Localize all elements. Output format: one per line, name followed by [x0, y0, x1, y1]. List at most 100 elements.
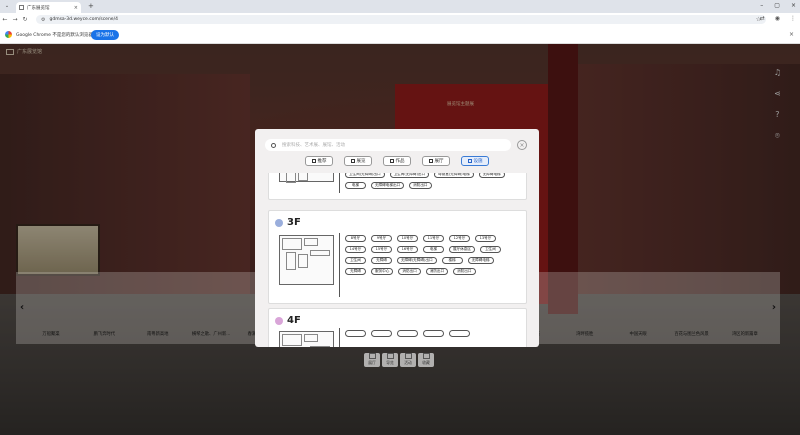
tab-label: 作品	[395, 159, 405, 164]
facility-chip[interactable]: 13号厅	[475, 235, 496, 242]
tab-3[interactable]: 展厅	[422, 156, 450, 166]
facility-chip[interactable]: 无障碍	[345, 268, 366, 275]
browser-tab[interactable]: 广东展览馆 ×	[16, 2, 81, 13]
facility-chip[interactable]	[397, 330, 418, 337]
back-icon[interactable]: ←	[0, 16, 10, 23]
facility-chip[interactable]: 卫生间(无障碍)出口	[389, 173, 430, 178]
facility-chip[interactable]: 11号厅	[423, 235, 444, 242]
floor-plan-map[interactable]	[279, 235, 334, 285]
floor-plan-room	[286, 252, 296, 270]
facility-chip[interactable]: 无障碍(无障碍)出口	[397, 257, 437, 264]
search-input[interactable]: 搜索科技、艺术展、展馆、活动	[265, 139, 511, 151]
tab-label: 展览	[356, 159, 366, 164]
tab-icon	[311, 159, 316, 163]
floor-color-dot	[275, 218, 283, 227]
facility-chip[interactable]: 16号厅	[397, 246, 418, 253]
facility-chip[interactable]	[371, 330, 392, 337]
default-browser-infobar: Google Chrome 不是您的默认浏览器 设为默认 ×	[0, 26, 800, 44]
facility-chip[interactable]: 无障碍	[371, 257, 392, 264]
facility-chip[interactable]: 母婴室(无障碍)电梯	[434, 173, 474, 178]
facility-chip[interactable]: 消防出口	[409, 182, 432, 189]
facility-chip[interactable]: 展厅休息区	[449, 246, 475, 253]
floor-card-2f: 卫生间(无障碍)出口 卫生间(无障碍)出口 母婴室(无障碍)电梯 无障碍电梯 电梯 无障碍…	[268, 173, 527, 200]
new-tab-icon[interactable]: +	[88, 2, 94, 10]
tab-0[interactable]: 推荐	[305, 156, 333, 166]
modal-close-icon[interactable]: ×	[517, 140, 527, 150]
carousel-prev-icon[interactable]: ‹	[20, 302, 24, 313]
window-controls: – ▢ ×	[760, 2, 796, 9]
modal-tabs: 推荐 展览 作品 展厅 设施	[305, 156, 489, 166]
floor-card-3f: 3F 8号厅 9号厅 10号厅 11号厅 12号厅 13号厅 14号厅 15号厅 16号厅 电梯 展厅…	[268, 210, 527, 304]
facility-chip[interactable]	[449, 330, 470, 337]
toolbar-button-2[interactable]: 活动	[400, 353, 416, 367]
search-placeholder: 搜索科技、艺术展、展馆、活动	[282, 143, 345, 148]
tab-search-icon[interactable]: ⌄	[3, 3, 11, 10]
facility-chip[interactable]: 消防出口	[453, 268, 476, 275]
minimize-icon[interactable]: –	[760, 2, 763, 9]
carousel-next-icon[interactable]: ›	[772, 302, 776, 313]
maximize-icon[interactable]: ▢	[774, 2, 780, 9]
toolbar-button-0[interactable]: 展厅	[364, 353, 380, 367]
carousel-item[interactable]: 百花与图兰色风景	[671, 331, 713, 337]
facility-chip[interactable]: 卫生间	[479, 246, 501, 253]
carousel-item[interactable]: 南粤新高地	[137, 331, 179, 337]
facility-chip[interactable]: 15号厅	[371, 246, 392, 253]
facility-chip[interactable]: 无障碍电梯出口	[371, 182, 405, 189]
floor-plan-room	[304, 334, 318, 342]
address-bar[interactable]: ⚙ gdmsa-3d.weyce.com/scene/4 ☆	[36, 15, 766, 24]
tab-label: 展厅	[434, 159, 444, 164]
bottom-toolbar: 展厅 导览 活动 收藏	[364, 353, 434, 367]
infobar-close-icon[interactable]: ×	[789, 31, 794, 38]
tab-2[interactable]: 作品	[383, 156, 411, 166]
carousel-item[interactable]: 中国天眼	[617, 331, 659, 337]
site-info-icon[interactable]: ⚙	[41, 17, 45, 23]
carousel-item[interactable]: 湾畔揽胜	[564, 331, 606, 337]
floor-label: 4F	[287, 315, 301, 326]
facility-chip[interactable]: 9号厅	[371, 235, 392, 242]
floor-heading: 3F	[275, 217, 301, 228]
floor-plan-map[interactable]	[279, 331, 334, 347]
floor-color-dot	[275, 316, 283, 325]
carousel-item[interactable]: 横琴之歌、广州新...	[190, 331, 232, 337]
facility-chip[interactable]: 电梯	[423, 246, 444, 253]
facility-chip[interactable]: 电梯	[345, 182, 366, 189]
menu-icon[interactable]: ⋮	[790, 15, 796, 22]
facility-chip[interactable]	[423, 330, 444, 337]
infobar-text: Google Chrome 不是您的默认浏览器	[16, 32, 93, 38]
facility-chip[interactable]: 无障碍电梯	[478, 173, 505, 178]
tab-4[interactable]: 设施	[461, 156, 489, 166]
facility-chip[interactable]: 消防出口	[425, 268, 449, 275]
tab-1[interactable]: 展览	[344, 156, 372, 166]
facility-list: 卫生间(无障碍)出口 卫生间(无障碍)出口 母婴室(无障碍)电梯 无障碍电梯 电梯 无障碍…	[345, 173, 518, 189]
floor-list[interactable]: 卫生间(无障碍)出口 卫生间(无障碍)出口 母婴室(无障碍)电梯 无障碍电梯 电梯 无障碍…	[268, 173, 527, 347]
facility-chip[interactable]: 服务中心	[371, 268, 394, 275]
carousel-item[interactable]: 湾区的新篇章	[724, 331, 766, 337]
forward-icon[interactable]: →	[10, 16, 20, 23]
translate-icon[interactable]: ⇄	[760, 15, 765, 22]
carousel-item[interactable]: 万船聚渠	[30, 331, 72, 337]
set-default-button[interactable]: 设为默认	[91, 30, 119, 40]
facility-chip[interactable]: 卫生间	[345, 257, 366, 264]
tab-close-icon[interactable]: ×	[74, 5, 78, 11]
tab-favicon-icon	[19, 5, 24, 10]
url-text: gdmsa-3d.weyce.com/scene/4	[49, 17, 118, 22]
toolbar-button-1[interactable]: 导览	[382, 353, 398, 367]
window-close-icon[interactable]: ×	[791, 2, 796, 9]
facility-chip[interactable]: 消防出口	[398, 268, 421, 275]
facility-chip[interactable]: 12号厅	[449, 235, 470, 242]
facility-chip[interactable]: 楼梯	[441, 257, 463, 264]
facility-chip[interactable]	[345, 330, 366, 337]
reload-icon[interactable]: ↻	[20, 16, 30, 23]
toolbar-button-3[interactable]: 收藏	[418, 353, 434, 367]
facility-chip[interactable]: 8号厅	[345, 235, 366, 242]
tab-icon	[467, 159, 472, 163]
facility-chip[interactable]: 10号厅	[397, 235, 418, 242]
floor-plan-map[interactable]	[279, 173, 334, 183]
profile-icon[interactable]: ◉	[775, 15, 780, 22]
facility-chip[interactable]: 卫生间(无障碍)出口	[345, 173, 385, 178]
facility-list	[345, 330, 518, 337]
tab-label: 设施	[473, 159, 483, 164]
facility-chip[interactable]: 14号厅	[345, 246, 366, 253]
carousel-item[interactable]: 鹏飞奔时代	[83, 331, 125, 337]
facility-chip[interactable]: 无障碍电梯	[467, 257, 494, 264]
